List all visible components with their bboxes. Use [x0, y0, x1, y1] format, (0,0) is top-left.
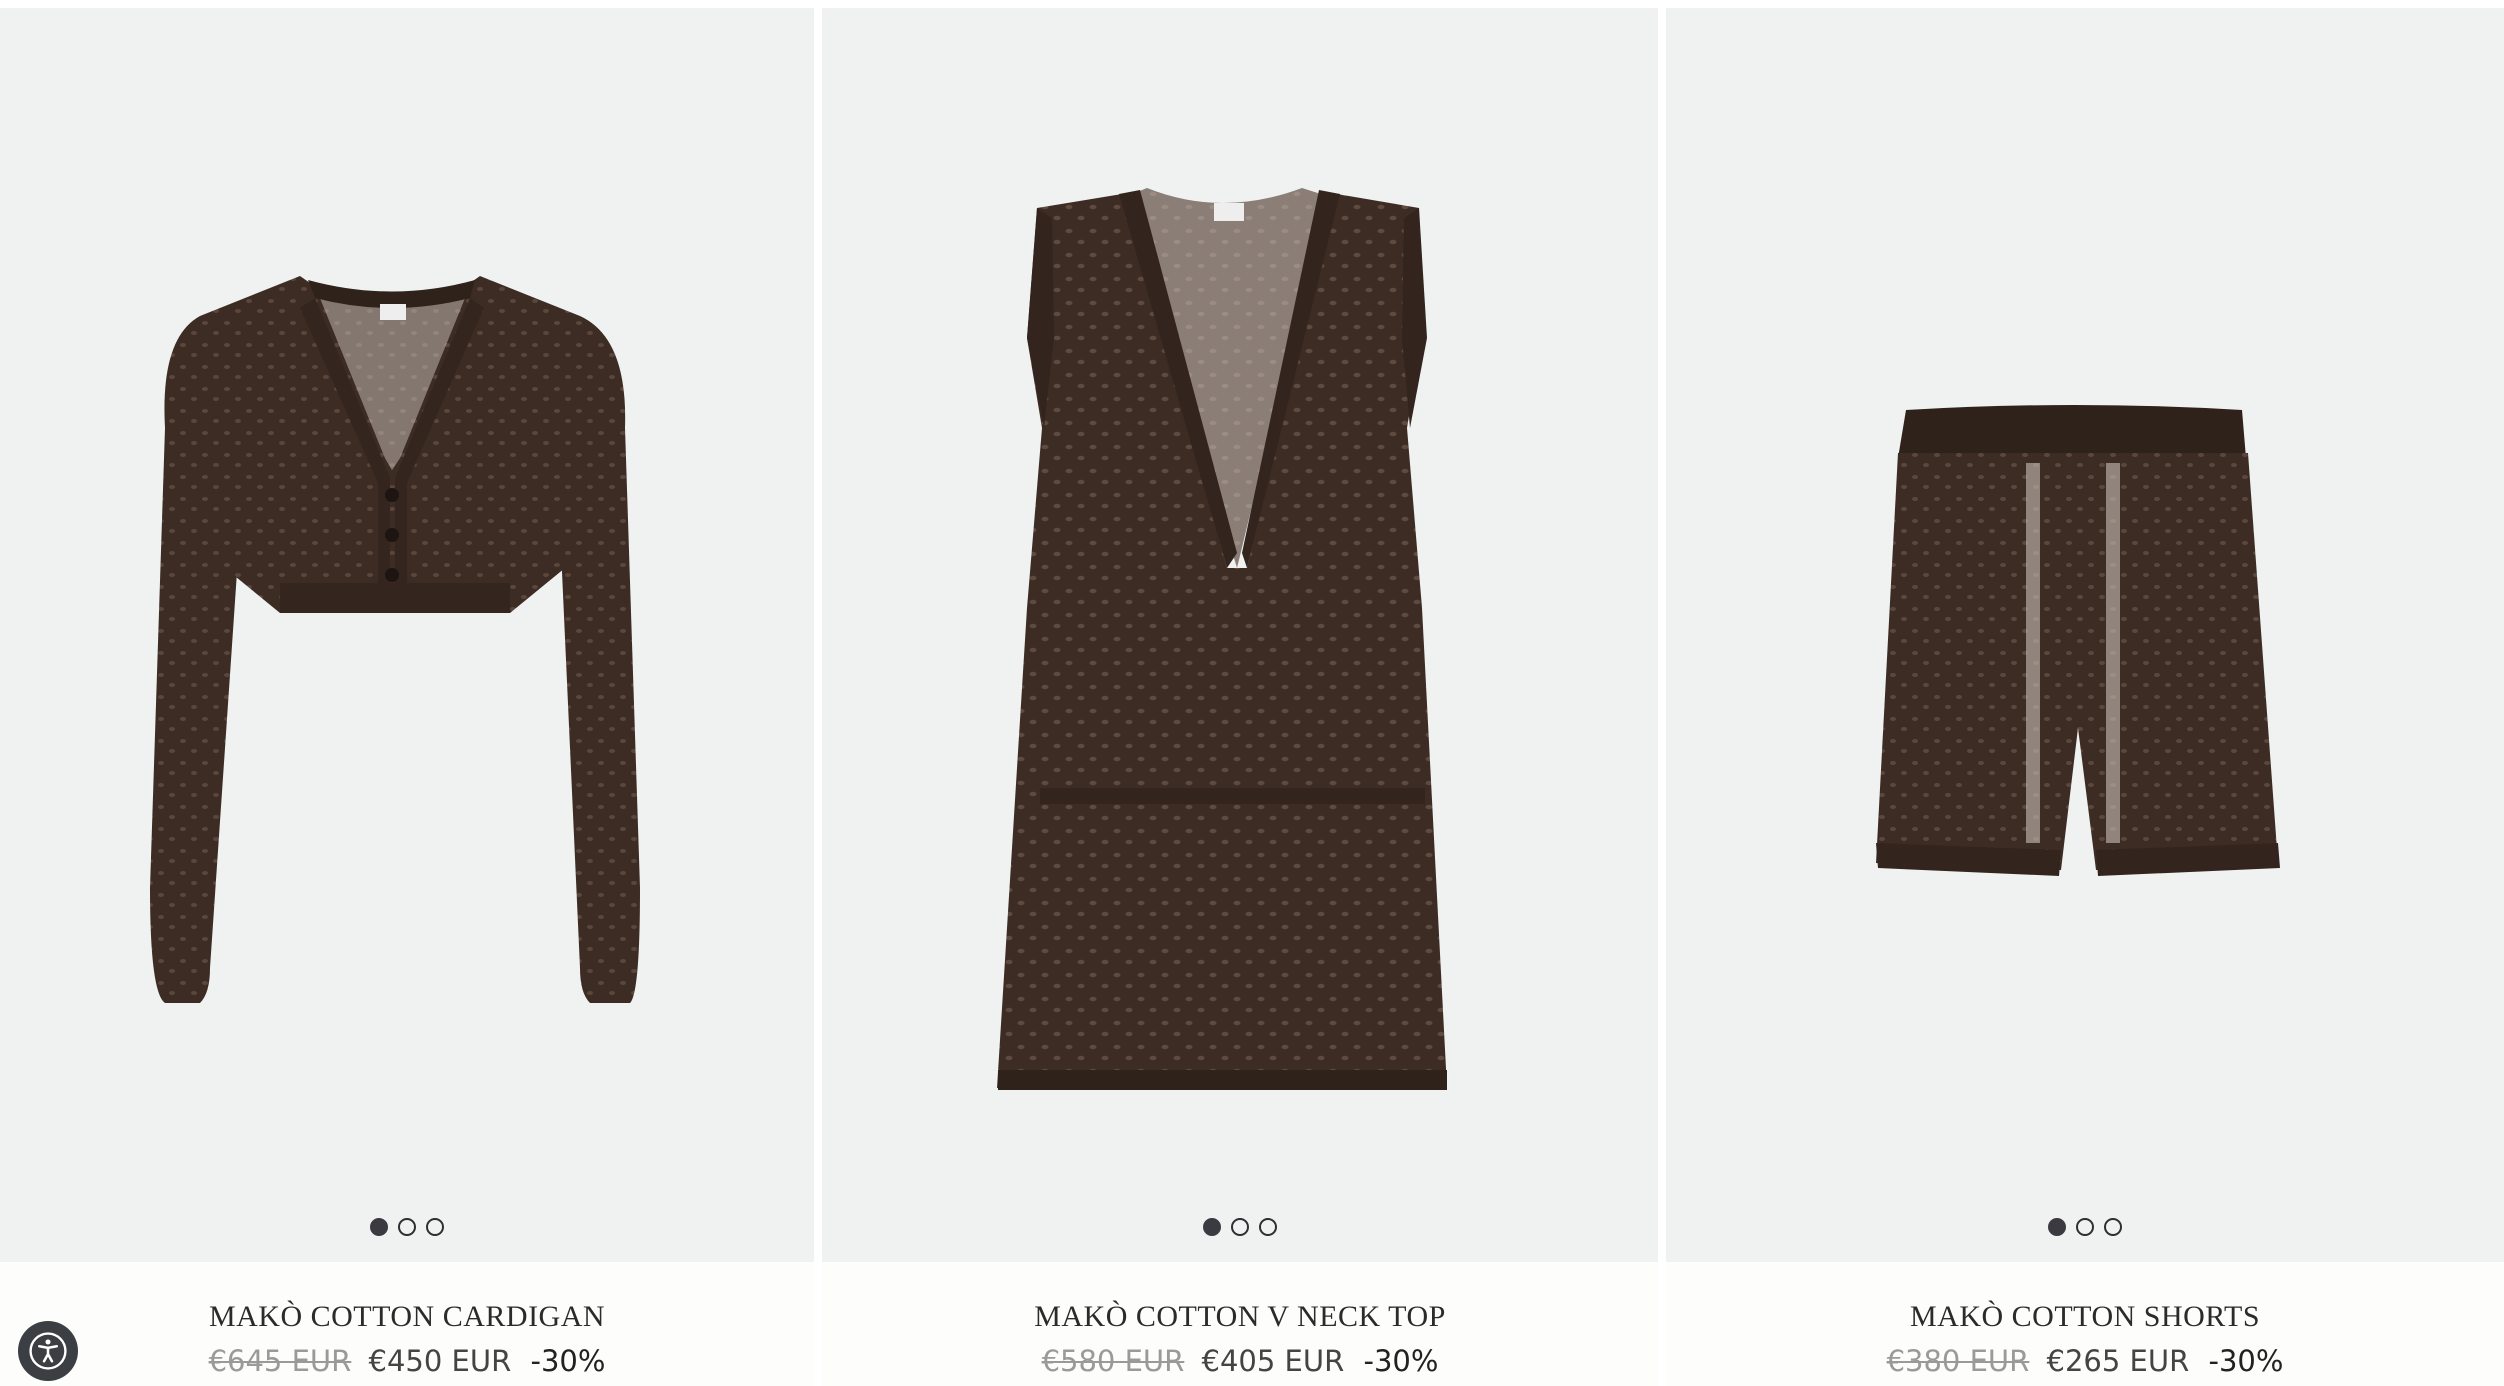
carousel-dots: [0, 1218, 814, 1236]
v-neck-top-image: [997, 188, 1447, 1090]
carousel-dot-1[interactable]: [2048, 1218, 2066, 1236]
product-info: MAKÒ COTTON V NECK TOP €580 EUR €405 EUR…: [822, 1262, 1658, 1386]
carousel-dot-2[interactable]: [398, 1218, 416, 1236]
carousel-dot-1[interactable]: [370, 1218, 388, 1236]
sale-price: €450 EUR: [368, 1344, 512, 1378]
carousel-dots: [1666, 1218, 2504, 1236]
carousel-dot-3[interactable]: [1259, 1218, 1277, 1236]
product-card-v-neck-top: MAKÒ COTTON V NECK TOP €580 EUR €405 EUR…: [822, 8, 1658, 1386]
discount-badge: -30%: [530, 1344, 606, 1378]
sale-price: €265 EUR: [2046, 1344, 2190, 1378]
carousel-dot-1[interactable]: [1203, 1218, 1221, 1236]
product-image-v-neck-top[interactable]: [822, 8, 1658, 1262]
discount-badge: -30%: [1363, 1344, 1439, 1378]
product-prices: €580 EUR €405 EUR -30%: [822, 1344, 1658, 1378]
original-price: €580 EUR: [1041, 1344, 1185, 1378]
product-name[interactable]: MAKÒ COTTON SHORTS: [1666, 1300, 2504, 1334]
product-card-cardigan: MAKÒ COTTON CARDIGAN €645 EUR €450 EUR -…: [0, 8, 814, 1386]
product-grid: MAKÒ COTTON CARDIGAN €645 EUR €450 EUR -…: [0, 8, 2504, 1386]
product-image-shorts[interactable]: [1666, 8, 2504, 1262]
original-price: €645 EUR: [208, 1344, 352, 1378]
product-prices: €380 EUR €265 EUR -30%: [1666, 1344, 2504, 1378]
carousel-dots: [822, 1218, 1658, 1236]
product-name[interactable]: MAKÒ COTTON V NECK TOP: [822, 1300, 1658, 1334]
discount-badge: -30%: [2208, 1344, 2284, 1378]
product-image-cardigan[interactable]: [0, 8, 814, 1262]
carousel-dot-3[interactable]: [2104, 1218, 2122, 1236]
accessibility-icon: [29, 1332, 67, 1370]
product-prices: €645 EUR €450 EUR -30%: [0, 1344, 814, 1378]
product-info: MAKÒ COTTON SHORTS €380 EUR €265 EUR -30…: [1666, 1262, 2504, 1386]
shorts-image: [1876, 405, 2280, 876]
original-price: €380 EUR: [1886, 1344, 2030, 1378]
product-card-shorts: MAKÒ COTTON SHORTS €380 EUR €265 EUR -30…: [1666, 8, 2504, 1386]
carousel-dot-3[interactable]: [426, 1218, 444, 1236]
sale-price: €405 EUR: [1201, 1344, 1345, 1378]
product-name[interactable]: MAKÒ COTTON CARDIGAN: [0, 1300, 814, 1334]
accessibility-button[interactable]: [18, 1321, 78, 1381]
product-info: MAKÒ COTTON CARDIGAN €645 EUR €450 EUR -…: [0, 1262, 814, 1386]
carousel-dot-2[interactable]: [2076, 1218, 2094, 1236]
carousel-dot-2[interactable]: [1231, 1218, 1249, 1236]
cardigan-image: [150, 276, 640, 1003]
